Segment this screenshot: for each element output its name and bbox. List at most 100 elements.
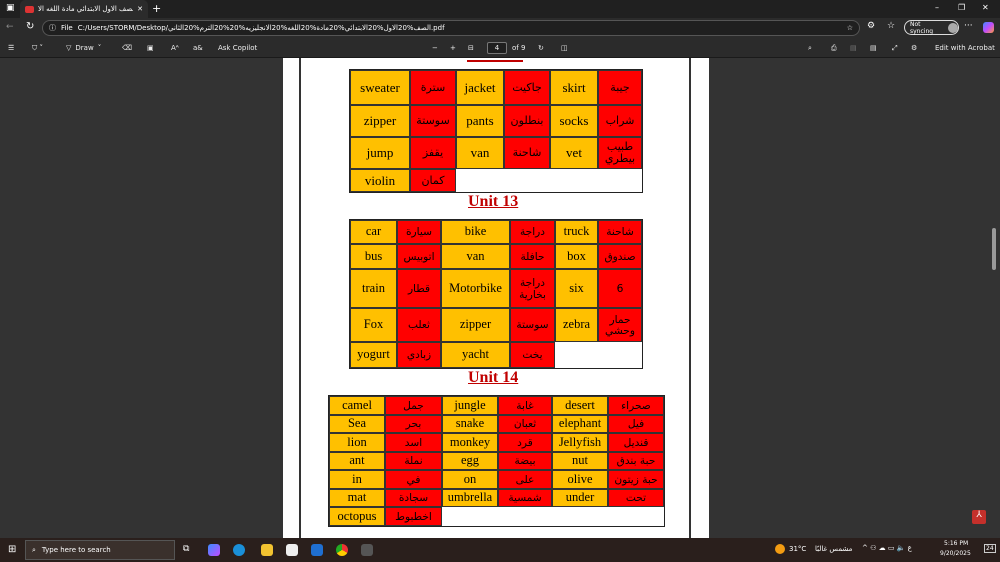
taskbar-search[interactable]: ⌕ Type here to search [25, 540, 175, 560]
zoom-in-button[interactable]: + [450, 42, 456, 54]
file-explorer-icon[interactable] [261, 544, 273, 556]
empty-cell [598, 342, 642, 368]
fullscreen-icon[interactable]: ⤢ [892, 42, 898, 54]
arabic-word-cell: سترة [410, 70, 456, 105]
info-icon[interactable]: ⓘ [49, 23, 56, 33]
copilot-app-icon[interactable] [208, 544, 220, 556]
notification-badge[interactable]: 24 [984, 544, 996, 553]
arabic-word-cell: شاحنة [504, 137, 550, 169]
english-word-cell: train [350, 269, 397, 308]
acrobat-icon[interactable]: ⅄ [972, 510, 986, 524]
tab-bar: ▣ الصف الاول الابتدائي مادة اللغه الا ✕ … [0, 0, 1000, 18]
page-margin-line [299, 58, 301, 540]
windows-start-icon[interactable]: ⊞ [8, 544, 16, 555]
unit-14-title: Unit 14 [468, 369, 519, 386]
draw-button[interactable]: ▽ Draw ˅ [66, 42, 101, 54]
vocab-table-1: sweater سترة jacket جاكيت skirt جيبة zipper سوس… [349, 69, 643, 193]
refresh-icon[interactable]: ↻ [26, 21, 34, 32]
edge-icon[interactable] [233, 544, 245, 556]
english-word-cell: snake [442, 414, 498, 433]
english-word-cell: six [555, 269, 598, 308]
extensions-icon[interactable]: ⚙ [867, 21, 875, 31]
translate-icon[interactable]: a& [193, 42, 203, 54]
arabic-word-cell: زبادي [397, 342, 441, 368]
store-icon[interactable] [286, 544, 298, 556]
english-word-cell: zipper [441, 308, 510, 342]
save-icon[interactable]: ▤ [850, 42, 857, 54]
favorites-icon[interactable]: ☆ [887, 21, 895, 31]
outlook-icon[interactable] [311, 544, 323, 556]
english-word-cell: skirt [550, 70, 598, 105]
zoom-out-button[interactable]: − [432, 42, 438, 54]
english-word-cell: van [441, 244, 510, 269]
new-tab-button[interactable]: + [152, 2, 161, 15]
close-window-button[interactable]: ✕ [982, 3, 989, 12]
clock-time[interactable]: 5:16 PM [944, 540, 968, 547]
arabic-word-cell: شمسية [498, 488, 552, 507]
english-word-cell: Sea [329, 414, 385, 433]
draw-icon: ▽ [66, 44, 72, 52]
clock-date[interactable]: 9/20/2025 [940, 550, 971, 557]
arabic-word-cell: بيضة [498, 451, 552, 470]
weather-icon [775, 544, 785, 554]
tab-actions-icon[interactable]: ▣ [6, 3, 15, 13]
browser-tab[interactable]: الصف الاول الابتدائي مادة اللغه الا ✕ [20, 0, 148, 18]
erase-icon[interactable]: ⌫ [122, 42, 132, 54]
arabic-word-cell: نملة [385, 451, 442, 470]
search-placeholder: Type here to search [41, 546, 111, 554]
english-word-cell: jacket [456, 70, 504, 105]
weather-temp[interactable]: 31°C [789, 545, 806, 553]
chrome-icon[interactable] [336, 544, 348, 556]
maximize-button[interactable]: ❐ [958, 3, 965, 12]
more-icon[interactable]: ··· [964, 21, 973, 31]
minimize-button[interactable]: – [935, 3, 939, 12]
copilot-icon[interactable] [983, 22, 994, 33]
page-margin-line [689, 58, 691, 540]
search-icon[interactable]: ⌕ [808, 42, 812, 54]
weather-desc[interactable]: مشمس غالبًا [815, 545, 852, 553]
english-word-cell: bus [350, 244, 397, 269]
empty-cell [504, 169, 550, 192]
arabic-word-cell: حافلة [510, 244, 555, 269]
fit-page-icon[interactable]: ⊟ [468, 42, 474, 54]
task-view-icon[interactable]: ⧉ [183, 544, 195, 556]
rotate-icon[interactable]: ↻ [538, 42, 544, 54]
english-word-cell: Jellyfish [552, 433, 608, 452]
english-word-cell: yogurt [350, 342, 397, 368]
english-word-cell: umbrella [442, 488, 498, 507]
print-icon[interactable]: ⎙ [831, 42, 837, 54]
english-word-cell: ant [329, 451, 385, 470]
empty-cell [456, 169, 504, 192]
close-tab-icon[interactable]: ✕ [137, 5, 143, 13]
empty-cell [555, 342, 598, 368]
english-word-cell: desert [552, 396, 608, 415]
ask-copilot-button[interactable]: Ask Copilot [218, 42, 257, 54]
save-as-icon[interactable]: ▤ [870, 42, 877, 54]
arabic-word-cell: اسد [385, 433, 442, 452]
highlight-icon[interactable]: ⛉ ˅ [32, 42, 43, 54]
text-box-icon[interactable]: ▣ [147, 42, 154, 54]
address-bar[interactable]: ⓘ File C:/Users/STORM/Desktop/الصف%20الا… [42, 20, 860, 36]
active-app-icon[interactable] [361, 544, 373, 556]
english-word-cell: in [329, 470, 385, 489]
page-number-input[interactable]: 4 [487, 42, 507, 54]
address-scheme: File [61, 24, 73, 32]
back-icon[interactable]: ← [6, 22, 14, 32]
page-view-icon[interactable]: ◫ [561, 42, 568, 54]
scrollbar-thumb[interactable] [992, 228, 996, 270]
settings-icon[interactable]: ⚙ [911, 42, 917, 54]
read-aloud-icon[interactable]: Aᴬ [171, 42, 179, 54]
favorite-star-icon[interactable]: ☆ [847, 24, 853, 32]
tray-icons[interactable]: ^ ⚇ ☁ ▭ 🔈 ع [862, 544, 912, 552]
edit-with-acrobat-button[interactable]: Edit with Acrobat [935, 42, 995, 54]
english-word-cell: bike [441, 220, 510, 244]
arabic-word-cell: صحراء [608, 396, 664, 415]
arabic-word-cell: قرد [498, 433, 552, 452]
english-word-cell: elephant [552, 414, 608, 433]
arabic-word-cell: فيل [608, 414, 664, 433]
profile-button[interactable]: Not syncing [904, 20, 959, 35]
english-word-cell: on [442, 470, 498, 489]
scrollbar[interactable] [990, 58, 1000, 538]
arabic-word-cell: غابة [498, 396, 552, 415]
contents-icon[interactable]: ☰ [8, 42, 14, 54]
